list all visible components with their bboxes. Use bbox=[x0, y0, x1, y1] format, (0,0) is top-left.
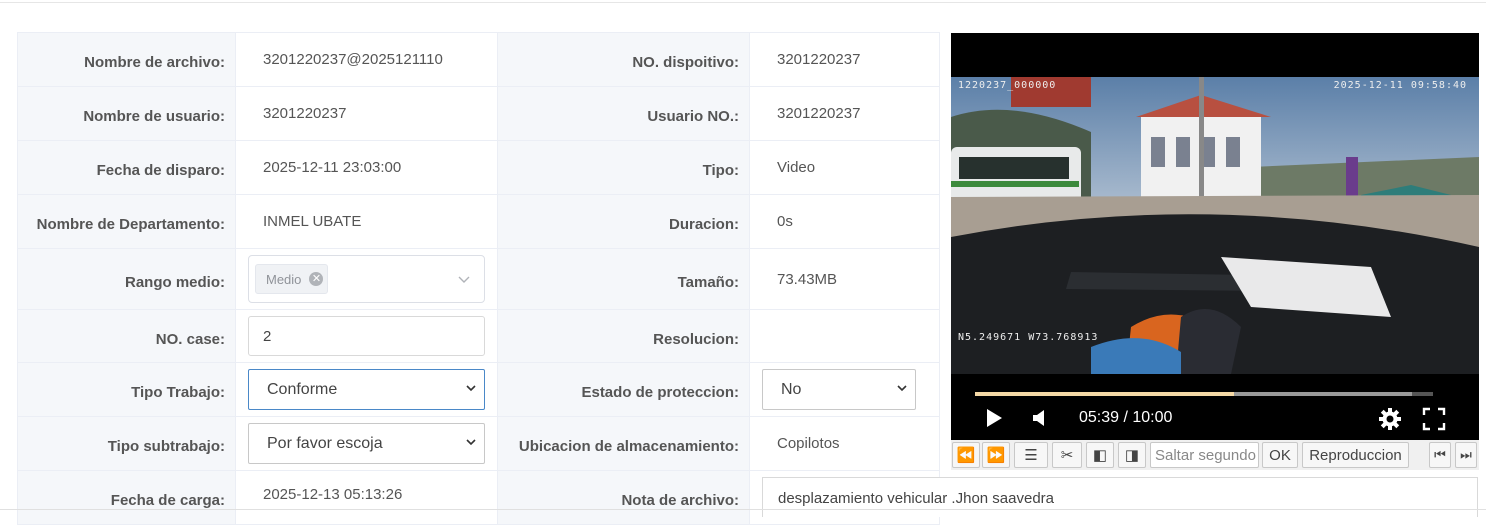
rewind-icon: ⏪ bbox=[956, 447, 976, 464]
playback-label: Reproduccion bbox=[1309, 446, 1402, 464]
resolution-label: Resolucion: bbox=[653, 330, 739, 348]
duration-label: Duracion: bbox=[668, 216, 739, 233]
chevron-down-icon bbox=[458, 276, 470, 283]
prev-frame-button[interactable]: ◧ bbox=[1086, 442, 1114, 468]
file-info-form: Nombre de archivo: 3201220237@2025121110… bbox=[17, 32, 940, 525]
file-note-value: desplazamiento vehicular .Jhon saavedra bbox=[778, 490, 1054, 507]
chevron-down-icon bbox=[897, 385, 907, 392]
osd-gps: N5.249671 W73.768913 bbox=[958, 332, 1099, 343]
storage-label: Ubicacion de almacenamiento: bbox=[518, 438, 739, 455]
upload-date-label: Fecha de carga: bbox=[110, 492, 225, 509]
department-label: Nombre de Departamento: bbox=[36, 216, 225, 233]
rewind-button[interactable]: ⏪ bbox=[952, 442, 980, 468]
protection-label: Estado de proteccion: bbox=[581, 384, 739, 401]
prev-frame-icon: ◧ bbox=[1092, 447, 1108, 464]
seek-seconds-input[interactable]: Saltar segundo bbox=[1150, 442, 1259, 468]
seek-ok-button[interactable]: OK bbox=[1262, 442, 1298, 468]
type-value: Video bbox=[777, 159, 816, 176]
protection-select[interactable]: No bbox=[762, 369, 916, 410]
trigger-date-value: 2025-12-11 23:03:00 bbox=[263, 159, 402, 176]
work-type-select[interactable]: Conforme bbox=[248, 369, 485, 410]
chevron-down-icon bbox=[466, 385, 476, 392]
osd-datetime: 2025-12-11 09:58:40 bbox=[1333, 80, 1467, 91]
chevron-down-icon bbox=[466, 439, 476, 446]
trigger-date-label: Fecha de disparo: bbox=[96, 162, 225, 179]
next-frame-button[interactable]: ◨ bbox=[1118, 442, 1146, 468]
settings-gear-icon[interactable] bbox=[1378, 407, 1402, 431]
seek-seconds-placeholder: Saltar segundo bbox=[1155, 446, 1256, 464]
volume-icon[interactable] bbox=[1031, 408, 1049, 428]
range-label: Rango medio: bbox=[125, 273, 225, 291]
file-note-textarea[interactable]: desplazamiento vehicular .Jhon saavedra bbox=[762, 477, 1478, 517]
department-value: INMEL UBATE bbox=[263, 213, 362, 230]
sub-type-selected: Por favor escoja bbox=[267, 434, 383, 452]
row-work-type: Tipo Trabajo: Conforme Estado de protecc… bbox=[17, 362, 940, 417]
type-label: Tipo: bbox=[702, 162, 739, 179]
scissors-icon: ✂ bbox=[1060, 447, 1074, 464]
user-no-value: 3201220237 bbox=[777, 105, 861, 122]
file-name-value: 3201220237@2025121110 bbox=[263, 51, 443, 68]
cut-button[interactable]: ✂ bbox=[1052, 442, 1082, 468]
video-progress-fill bbox=[975, 392, 1234, 396]
sub-type-select[interactable]: Por favor escoja bbox=[248, 423, 485, 464]
case-no-value: 2 bbox=[263, 327, 272, 345]
work-type-selected: Conforme bbox=[267, 380, 338, 398]
skip-end-icon: ⏭ bbox=[1460, 447, 1472, 462]
file-name-label: Nombre de archivo: bbox=[84, 54, 225, 71]
fullscreen-icon[interactable] bbox=[1422, 407, 1446, 431]
range-tag-label: Medio bbox=[266, 271, 302, 287]
osd-device-id: 1220237_000000 bbox=[958, 80, 1057, 91]
row-sub-type: Tipo subtrabajo: Por favor escoja Ubicac… bbox=[17, 416, 940, 471]
playback-toolbar: ⏪ ⏩ ☰ ✂ ◧ ◨ Saltar segundo OK Reproducci… bbox=[951, 440, 1479, 470]
play-icon[interactable] bbox=[985, 408, 1003, 428]
playback-button[interactable]: Reproduccion bbox=[1302, 442, 1409, 468]
list-button[interactable]: ☰ bbox=[1014, 442, 1048, 468]
device-no-label: NO. dispoitivo: bbox=[632, 54, 739, 71]
user-no-label: Usuario NO.: bbox=[647, 108, 739, 125]
sub-type-label: Tipo subtrabajo: bbox=[107, 438, 225, 455]
range-tag: Medio ✕ bbox=[255, 264, 329, 294]
skip-end-button[interactable]: ⏭ bbox=[1455, 442, 1477, 468]
range-multiselect[interactable]: Medio ✕ bbox=[248, 255, 485, 303]
row-range: Rango medio: Medio ✕ Tamaño: 73.43MB bbox=[17, 248, 940, 310]
next-frame-icon: ◨ bbox=[1124, 447, 1140, 464]
bottom-divider bbox=[0, 509, 1486, 510]
duration-value: 0s bbox=[777, 213, 793, 230]
top-divider bbox=[0, 0, 1486, 3]
case-no-label: NO. case: bbox=[155, 330, 225, 348]
row-trigger-date: Fecha de disparo: 2025-12-11 23:03:00 Ti… bbox=[17, 140, 940, 195]
case-no-input[interactable]: 2 bbox=[248, 316, 485, 356]
size-value: 73.43MB bbox=[777, 270, 838, 288]
video-time: 05:39 / 10:00 bbox=[1079, 409, 1173, 426]
video-frame-image bbox=[951, 77, 1479, 374]
video-frame bbox=[951, 77, 1479, 374]
fast-forward-button[interactable]: ⏩ bbox=[982, 442, 1010, 468]
user-name-value: 3201220237 bbox=[263, 105, 347, 122]
tag-remove-icon[interactable]: ✕ bbox=[309, 272, 324, 286]
row-file-name: Nombre de archivo: 3201220237@2025121110… bbox=[17, 32, 940, 87]
file-note-label: Nota de archivo: bbox=[621, 492, 739, 509]
row-user-name: Nombre de usuario: 3201220237 Usuario NO… bbox=[17, 86, 940, 141]
skip-start-button[interactable]: ⏮ bbox=[1429, 442, 1451, 468]
fast-forward-icon: ⏩ bbox=[986, 447, 1006, 464]
user-name-label: Nombre de usuario: bbox=[83, 108, 225, 125]
protection-selected: No bbox=[781, 380, 802, 398]
seek-ok-label: OK bbox=[1269, 446, 1291, 464]
list-indent-icon: ☰ bbox=[1024, 447, 1038, 464]
video-progress-bar[interactable] bbox=[975, 392, 1433, 396]
work-type-label: Tipo Trabajo: bbox=[131, 384, 225, 401]
device-no-value: 3201220237 bbox=[777, 51, 861, 68]
size-label: Tamaño: bbox=[677, 273, 739, 291]
row-department: Nombre de Departamento: INMEL UBATE Dura… bbox=[17, 194, 940, 249]
storage-value: Copilotos bbox=[777, 435, 840, 452]
skip-start-icon: ⏮ bbox=[1434, 447, 1446, 462]
video-player[interactable]: 1220237_000000 2025-12-11 09:58:40 N5.24… bbox=[951, 33, 1479, 440]
row-case-no: NO. case: 2 Resolucion: bbox=[17, 309, 940, 363]
upload-date-value: 2025-12-13 05:13:26 bbox=[263, 486, 403, 503]
